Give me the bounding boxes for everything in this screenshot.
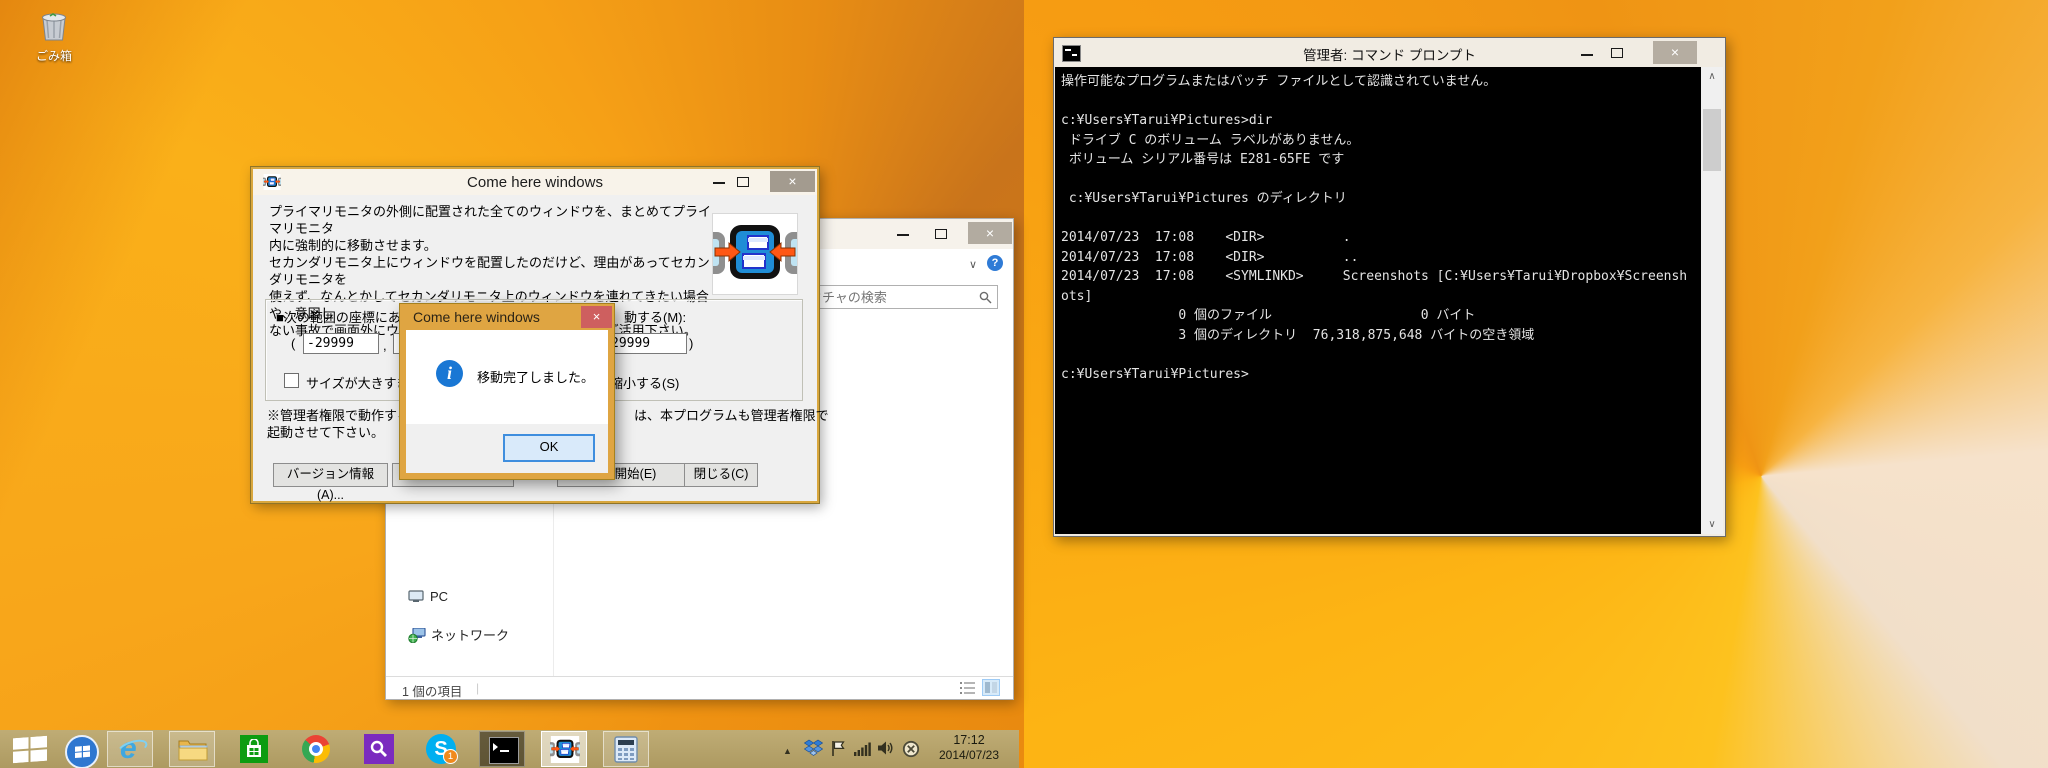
- taskbar-ie[interactable]: e: [107, 731, 153, 767]
- thumbnail-view-toggle-icon[interactable]: [982, 679, 1000, 696]
- x1-input[interactable]: [303, 333, 379, 354]
- version-button[interactable]: バージョン情報(A)...: [273, 463, 388, 502]
- main-minimize-button[interactable]: [713, 182, 725, 184]
- windows-flag-circle-icon[interactable]: [65, 735, 99, 768]
- list-view-toggle-icon[interactable]: [960, 681, 975, 695]
- network-signal-icon[interactable]: [854, 742, 871, 756]
- taskbar-come-here-windows[interactable]: [541, 731, 587, 767]
- scrollbar-thumb[interactable]: [1703, 109, 1721, 171]
- search-icon[interactable]: [979, 291, 992, 304]
- ribbon-collapse-icon[interactable]: ∨: [969, 258, 977, 271]
- range-label-right: 動する(M):: [624, 310, 687, 325]
- dialog-titlebar[interactable]: Come here windows ×: [400, 304, 614, 330]
- help-icon[interactable]: ?: [987, 255, 1003, 271]
- taskbar-search-app[interactable]: [364, 734, 394, 764]
- admin-note-right: は、本プログラムも管理者権限で: [634, 408, 829, 423]
- file-explorer-icon: [178, 740, 208, 761]
- taskbar-store[interactable]: [240, 735, 268, 763]
- sidebar-item-pc[interactable]: PC: [408, 589, 448, 604]
- sidebar-item-network-label: ネットワーク: [431, 628, 510, 643]
- sidebar-item-network[interactable]: ネットワーク: [408, 625, 509, 644]
- y2-input[interactable]: [607, 333, 687, 354]
- clock-date: 2014/07/23: [938, 748, 1000, 762]
- scroll-up-icon[interactable]: ∧: [1701, 71, 1723, 82]
- clock-time: 17:12: [953, 733, 985, 747]
- shrink-checkbox[interactable]: [284, 373, 299, 388]
- cmd-window-title: 管理者: コマンド プロンプト: [1303, 48, 1476, 63]
- dialog-close-button[interactable]: ×: [581, 306, 612, 328]
- paren: ): [689, 336, 694, 351]
- start-button[interactable]: [13, 735, 47, 764]
- console-text: 操作可能なプログラムまたはバッチ ファイルとして認識されていません。 c:¥Us…: [1061, 74, 1688, 382]
- disabled-device-icon[interactable]: [902, 740, 920, 758]
- item-count-label: 1 個の項目: [402, 685, 463, 699]
- main-titlebar[interactable]: Come here windows ×: [253, 169, 817, 195]
- taskbar-chrome[interactable]: [302, 735, 330, 763]
- network-icon: [408, 627, 426, 644]
- sidebar-item-pc-label: PC: [430, 589, 449, 604]
- action-center-flag-icon[interactable]: [831, 740, 845, 757]
- cmd-window: 管理者: コマンド プロンプト × 操作可能なプログラムまたはバッチ ファイルと…: [1053, 37, 1726, 537]
- calculator-icon: [614, 736, 638, 763]
- explorer-minimize-button[interactable]: [897, 234, 909, 236]
- cmd-close-button[interactable]: ×: [1653, 41, 1697, 64]
- dialog-message: 移動完了しました。: [477, 370, 595, 385]
- move-complete-dialog: Come here windows × i 移動完了しました。 OK: [399, 303, 615, 480]
- cmd-minimize-button[interactable]: [1581, 54, 1593, 56]
- main-window-title: Come here windows: [467, 174, 603, 191]
- scroll-down-icon[interactable]: ∨: [1701, 519, 1723, 530]
- monitors-illustration: [712, 213, 798, 295]
- recycle-bin[interactable]: ごみ箱: [26, 10, 82, 66]
- close-window-button[interactable]: 閉じる(C): [684, 463, 758, 487]
- paren: (: [291, 336, 296, 351]
- explorer-maximize-button[interactable]: [935, 229, 947, 239]
- dropbox-icon[interactable]: [804, 739, 823, 758]
- dialog-footer: OK: [406, 424, 608, 473]
- taskbar-calculator[interactable]: [603, 731, 649, 767]
- admin-note-line2: 起動させて下さい。: [267, 425, 385, 440]
- tray-expand-icon[interactable]: ▲: [783, 746, 792, 756]
- info-icon: i: [436, 360, 463, 387]
- ok-button[interactable]: OK: [503, 434, 595, 462]
- shrink-label-right: 縮小する(S): [610, 376, 680, 391]
- main-maximize-button[interactable]: [737, 177, 749, 187]
- taskbar-clock[interactable]: 17:12 2014/07/23: [928, 733, 1010, 763]
- taskbar-skype[interactable]: S 1: [426, 734, 458, 764]
- magnifier-icon: [370, 740, 387, 757]
- explorer-statusbar: 1 個の項目 |: [386, 676, 1013, 699]
- recycle-bin-icon: [42, 13, 66, 41]
- taskbar-cmd[interactable]: [479, 731, 525, 767]
- skype-notification-badge: 1: [443, 749, 458, 764]
- windows-store-icon: [247, 739, 261, 757]
- console-scrollbar[interactable]: ∧ ∨: [1701, 67, 1723, 534]
- cmd-titlebar[interactable]: 管理者: コマンド プロンプト ×: [1054, 38, 1725, 67]
- console-output[interactable]: 操作可能なプログラムまたはバッチ ファイルとして認識されていません。 c:¥Us…: [1055, 67, 1701, 534]
- comma: ,: [383, 338, 387, 353]
- main-close-button[interactable]: ×: [770, 171, 815, 192]
- status-divider: |: [476, 681, 480, 695]
- cmd-taskbar-icon: [489, 737, 519, 764]
- desktop: ごみ箱 × ∨ ? ピクチャの検索 PC ネットワーク 1 個の項目 | Com…: [0, 0, 2048, 768]
- pc-icon: [408, 590, 424, 602]
- explorer-close-button[interactable]: ×: [968, 222, 1012, 244]
- cmd-maximize-button[interactable]: [1611, 48, 1623, 58]
- recycle-bin-label: ごみ箱: [35, 49, 72, 63]
- search-box[interactable]: [789, 285, 998, 309]
- come-here-windows-taskbar-icon: [550, 736, 580, 763]
- taskbar-explorer[interactable]: [169, 731, 215, 767]
- dialog-title: Come here windows: [413, 309, 540, 325]
- dialog-body: i 移動完了しました。: [406, 330, 608, 424]
- volume-icon[interactable]: [877, 740, 894, 756]
- search-input[interactable]: [790, 286, 997, 308]
